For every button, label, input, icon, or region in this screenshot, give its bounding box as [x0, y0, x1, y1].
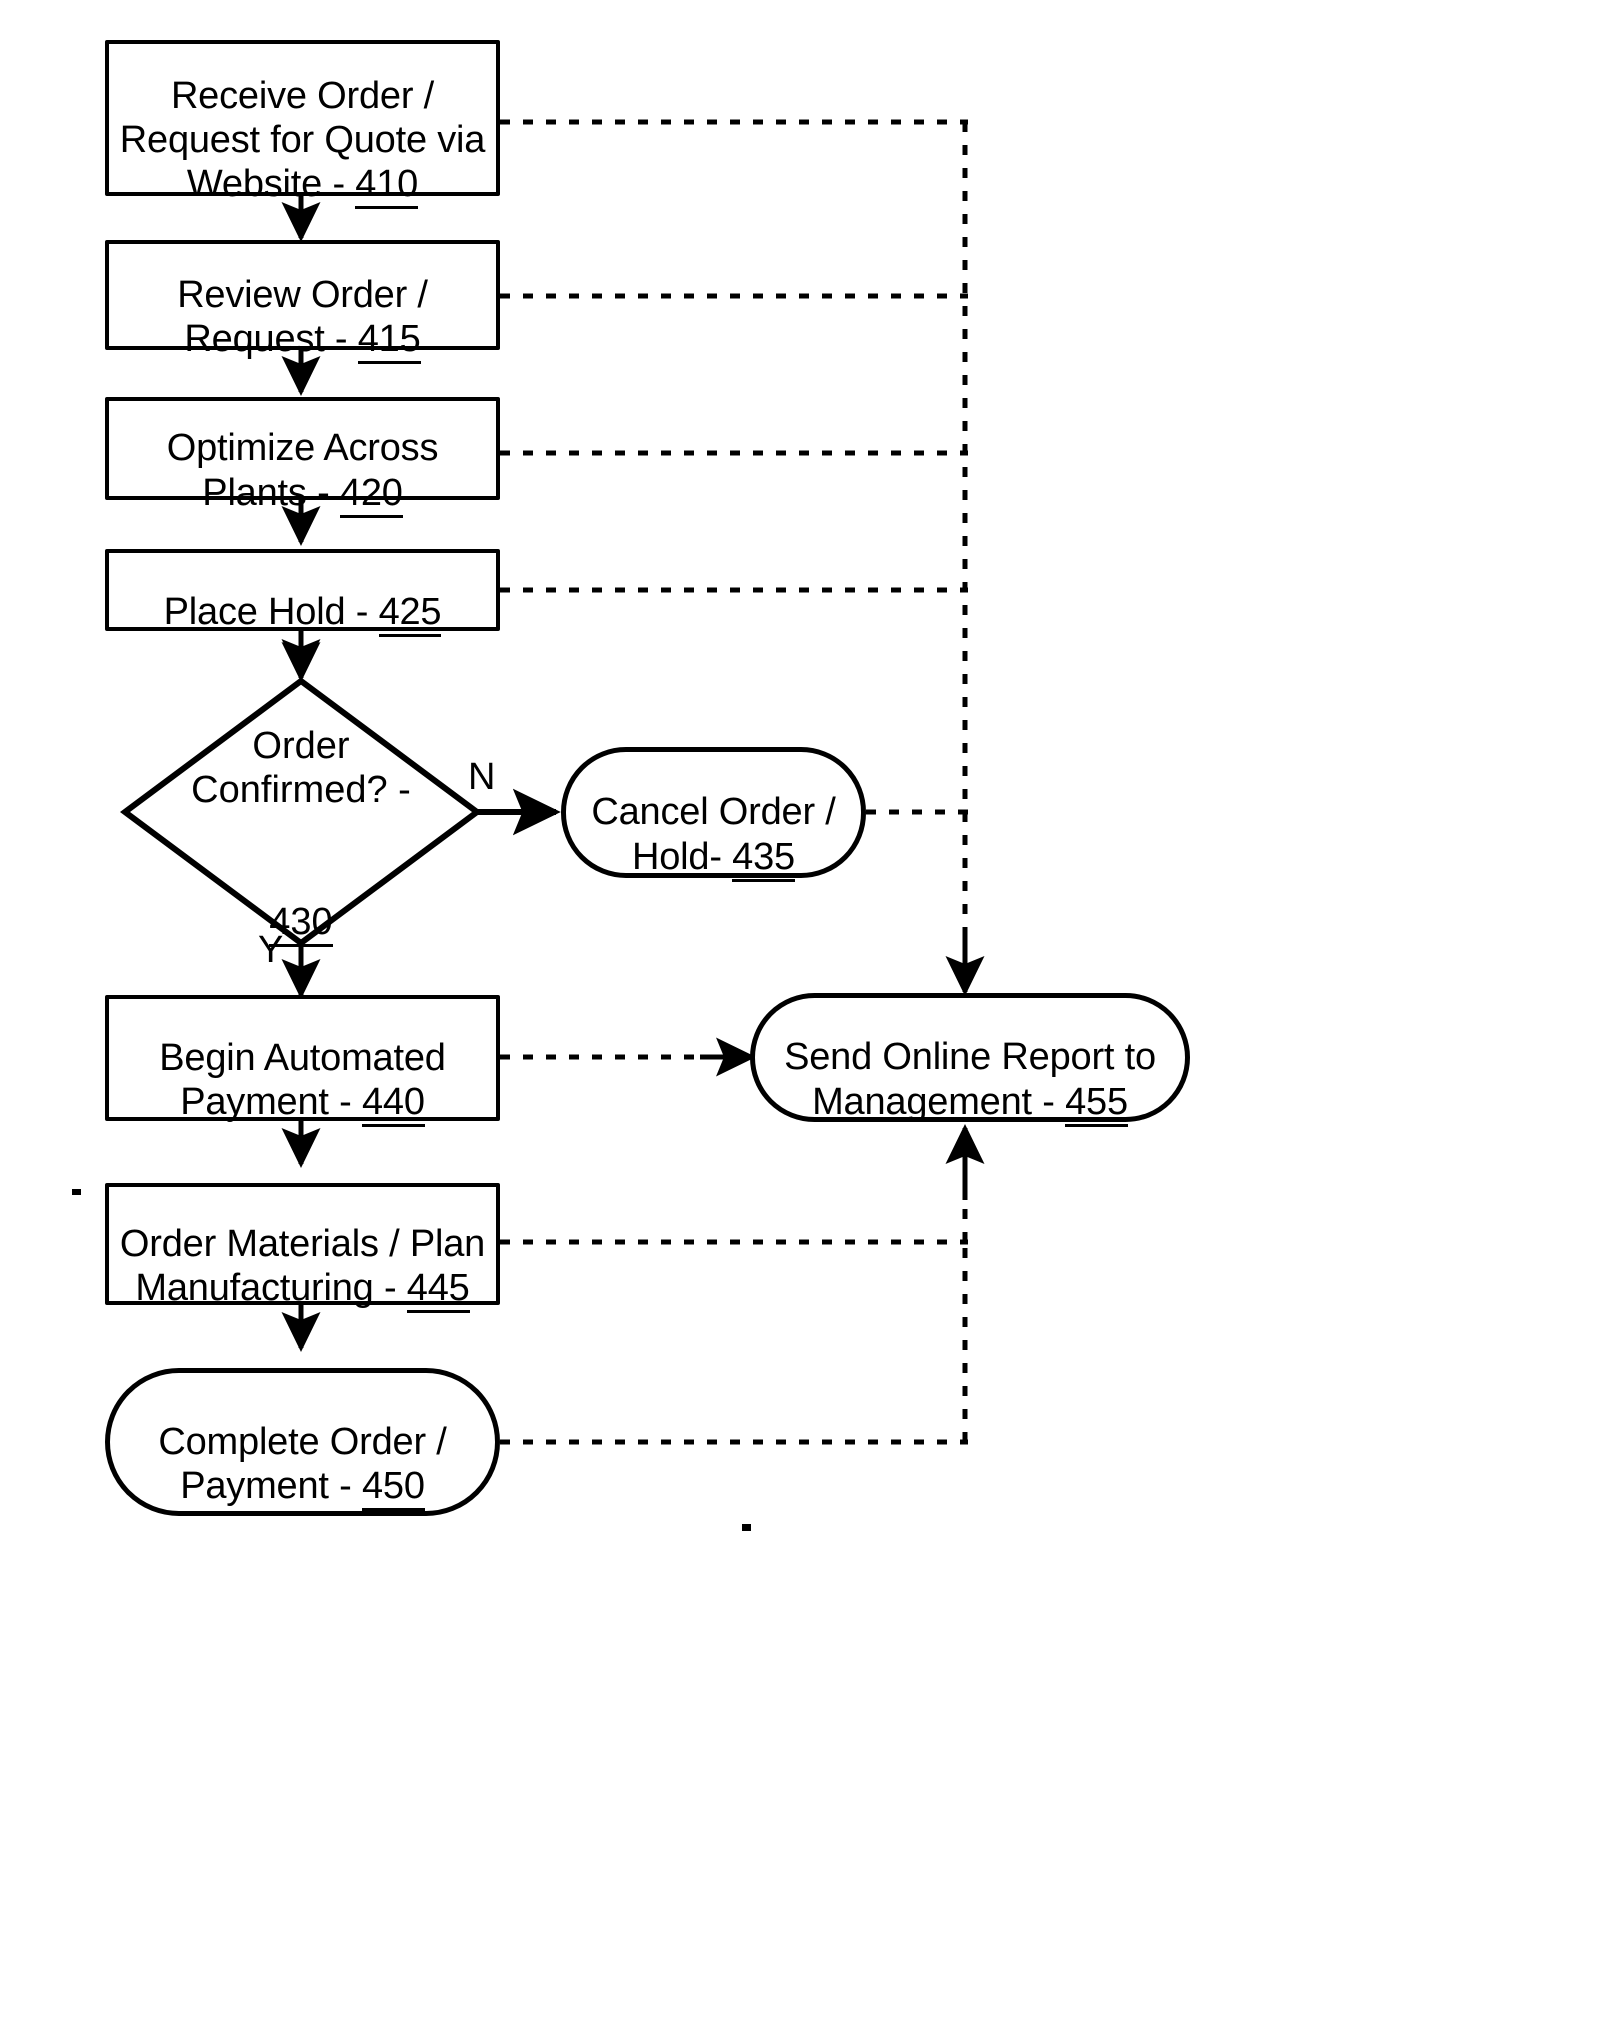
node-send-online-report-455[interactable]: Send Online Report to Management - 455	[750, 991, 1190, 1127]
node-order-confirmed-430[interactable]: Order Confirmed? - 430	[120, 676, 482, 948]
node-place-hold-425[interactable]: Place Hold - 425	[105, 546, 500, 637]
node-ref-415: 415	[357, 318, 421, 365]
node-label-450: Complete Order / Payment - 450	[152, 1376, 452, 1512]
node-label-415: Review Order / Request - 415	[171, 229, 434, 365]
node-receive-order-410[interactable]: Receive Order / Request for Quote via We…	[105, 40, 500, 210]
node-label-435: Cancel Order / Hold- 435	[585, 746, 841, 882]
node-review-order-415[interactable]: Review Order / Request - 415	[105, 240, 500, 365]
node-label-445: Order Materials / Plan Manufacturing - 4…	[114, 1178, 491, 1314]
node-label-425: Place Hold - 425	[158, 546, 448, 637]
node-ref-435: 435	[732, 835, 795, 882]
ink-speck-left	[72, 1189, 81, 1195]
node-optimize-across-plants-420[interactable]: Optimize Across Plants - 420	[105, 397, 500, 518]
node-label-440: Begin Automated Payment - 440	[153, 992, 451, 1128]
branch-label-no: N	[468, 756, 496, 798]
node-label-410: Receive Order / Request for Quote via We…	[114, 30, 491, 210]
node-label-430: Order Confirmed? - 430	[120, 676, 482, 948]
node-begin-automated-payment-440[interactable]: Begin Automated Payment - 440	[105, 992, 500, 1128]
node-ref-420: 420	[339, 471, 403, 518]
node-ref-445: 445	[406, 1267, 470, 1314]
node-ref-450: 450	[361, 1465, 425, 1512]
node-ref-410: 410	[355, 163, 418, 210]
flowchart-canvas: Receive Order / Request for Quote via We…	[0, 0, 1598, 2031]
node-cancel-order-hold-435[interactable]: Cancel Order / Hold- 435	[561, 746, 866, 882]
node-label-420: Optimize Across Plants - 420	[161, 382, 445, 518]
branch-label-yes: Y	[258, 929, 284, 971]
node-order-materials-445[interactable]: Order Materials / Plan Manufacturing - 4…	[105, 1183, 500, 1314]
node-label-455: Send Online Report to Management - 455	[778, 991, 1162, 1127]
node-ref-425: 425	[378, 591, 442, 637]
node-ref-455: 455	[1065, 1080, 1128, 1127]
node-complete-order-payment-450[interactable]: Complete Order / Payment - 450	[105, 1368, 500, 1516]
node-ref-440: 440	[361, 1081, 425, 1128]
ink-speck-bottom	[742, 1524, 751, 1531]
